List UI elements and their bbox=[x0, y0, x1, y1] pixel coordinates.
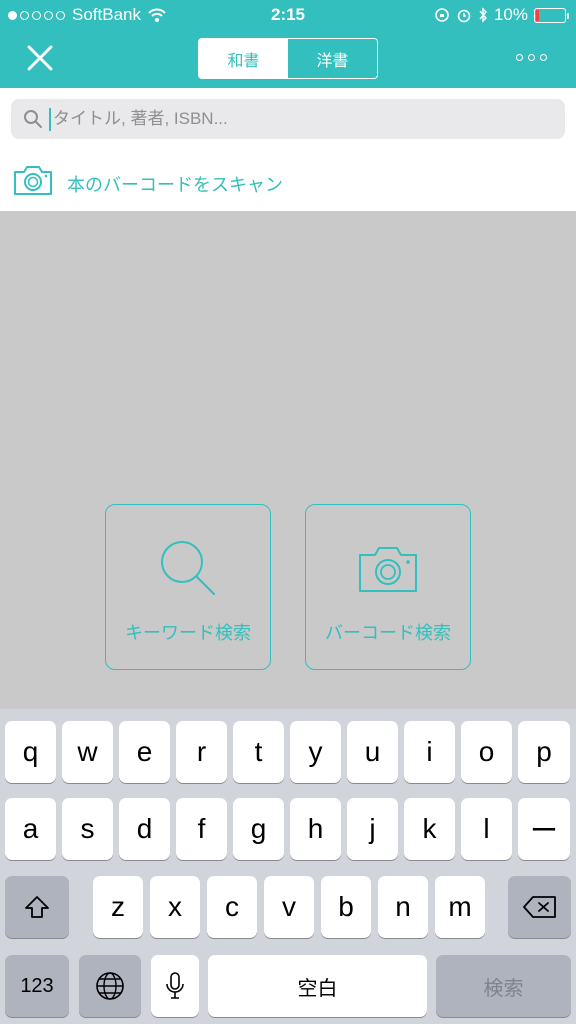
search-input[interactable] bbox=[53, 99, 553, 139]
key-d[interactable]: d bbox=[119, 798, 170, 860]
status-bar: SoftBank 2:15 10% bbox=[0, 0, 576, 30]
key-u[interactable]: u bbox=[347, 721, 398, 783]
battery-level bbox=[536, 9, 539, 21]
status-indicators: 10% bbox=[434, 5, 569, 25]
space-key[interactable]: 空白 bbox=[208, 955, 427, 1017]
key-a[interactable]: a bbox=[5, 798, 56, 860]
key-f[interactable]: f bbox=[176, 798, 227, 860]
keyword-search-label: キーワード検索 bbox=[125, 623, 251, 643]
segment-japanese-books[interactable]: 和書 bbox=[199, 39, 288, 78]
search-return-key[interactable]: 検索 bbox=[436, 955, 571, 1017]
search-box[interactable] bbox=[11, 99, 565, 139]
bluetooth-icon bbox=[479, 7, 487, 23]
delete-key[interactable] bbox=[508, 876, 571, 938]
scan-barcode-row[interactable]: 本のバーコードをスキャン bbox=[0, 150, 576, 211]
camera-icon bbox=[14, 166, 52, 195]
key-b[interactable]: b bbox=[321, 876, 371, 938]
key-j[interactable]: j bbox=[347, 798, 398, 860]
key-v[interactable]: v bbox=[264, 876, 314, 938]
key-t[interactable]: t bbox=[233, 721, 284, 783]
microphone-icon bbox=[166, 972, 184, 999]
dictation-key[interactable] bbox=[151, 955, 199, 1017]
key-r[interactable]: r bbox=[176, 721, 227, 783]
key-z[interactable]: z bbox=[93, 876, 143, 938]
camera-icon bbox=[359, 547, 417, 592]
more-icon[interactable] bbox=[516, 50, 548, 64]
key-n[interactable]: n bbox=[378, 876, 428, 938]
nav-bar: 和書 洋書 bbox=[0, 30, 576, 88]
battery-percent: 10% bbox=[493, 5, 528, 24]
key-c[interactable]: c bbox=[207, 876, 257, 938]
backspace-icon bbox=[522, 896, 556, 918]
numbers-key[interactable]: 123 bbox=[5, 955, 69, 1017]
shift-icon bbox=[25, 896, 49, 918]
key-k[interactable]: k bbox=[404, 798, 455, 860]
key-p[interactable]: p bbox=[518, 721, 570, 783]
keyboard: q w e r t y u i o p a s d f g h j k l ー … bbox=[0, 709, 576, 1024]
barcode-search-label: バーコード検索 bbox=[325, 623, 451, 643]
close-icon[interactable] bbox=[22, 40, 58, 76]
search-area bbox=[0, 88, 576, 150]
key-y[interactable]: y bbox=[290, 721, 341, 783]
alarm-icon bbox=[457, 9, 471, 23]
key-e[interactable]: e bbox=[119, 721, 170, 783]
globe-icon bbox=[96, 972, 124, 1000]
magnifier-icon bbox=[161, 541, 215, 595]
rotation-lock-icon bbox=[435, 8, 449, 22]
shift-key[interactable] bbox=[5, 876, 69, 938]
more-dot bbox=[540, 53, 547, 61]
segment-western-books[interactable]: 洋書 bbox=[288, 39, 377, 78]
book-type-segmented-control: 和書 洋書 bbox=[198, 38, 378, 79]
scan-barcode-label: 本のバーコードをスキャン bbox=[67, 175, 283, 195]
key-o[interactable]: o bbox=[461, 721, 512, 783]
key-m[interactable]: m bbox=[435, 876, 485, 938]
key-w[interactable]: w bbox=[62, 721, 113, 783]
key-q[interactable]: q bbox=[5, 721, 56, 783]
key-long-vowel[interactable]: ー bbox=[518, 798, 570, 860]
text-cursor bbox=[49, 108, 51, 131]
key-x[interactable]: x bbox=[150, 876, 200, 938]
more-dot bbox=[516, 53, 523, 61]
keyword-search-button[interactable]: キーワード検索 bbox=[105, 504, 271, 670]
key-i[interactable]: i bbox=[404, 721, 455, 783]
more-dot bbox=[528, 53, 535, 61]
key-s[interactable]: s bbox=[62, 798, 113, 860]
search-icon bbox=[24, 110, 42, 128]
key-g[interactable]: g bbox=[233, 798, 284, 860]
key-h[interactable]: h bbox=[290, 798, 341, 860]
key-l[interactable]: l bbox=[461, 798, 512, 860]
battery-icon bbox=[534, 7, 569, 23]
barcode-search-button[interactable]: バーコード検索 bbox=[305, 504, 471, 670]
globe-key[interactable] bbox=[79, 955, 141, 1017]
